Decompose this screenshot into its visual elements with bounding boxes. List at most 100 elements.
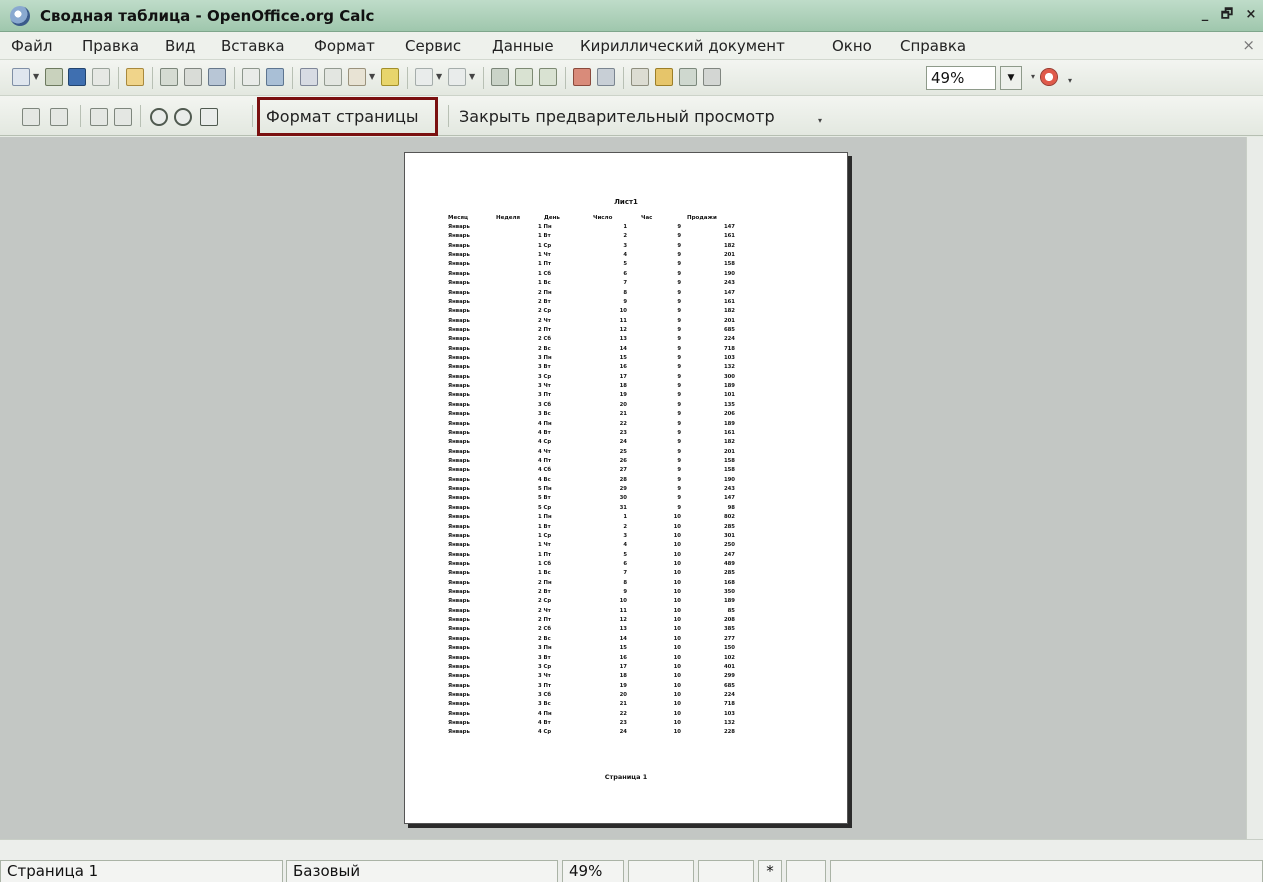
draw-functions-icon[interactable] <box>597 68 615 86</box>
table-row: Январь 3 Вс 21 10 718 <box>405 701 847 707</box>
status-page-style[interactable]: Базовый <box>286 860 558 882</box>
paste-icon[interactable] <box>348 68 366 86</box>
cell-day: 2 Пт <box>538 326 552 333</box>
menu-view[interactable]: Вид <box>165 37 195 55</box>
menu-edit[interactable]: Правка <box>82 37 139 55</box>
open-icon[interactable] <box>45 68 63 86</box>
zoom-in-icon[interactable] <box>150 108 168 126</box>
cell-day: 5 Вт <box>538 495 551 502</box>
cell-day: 4 Ср <box>538 729 552 736</box>
zoom-out-icon[interactable] <box>174 108 192 126</box>
status-selection-mode[interactable] <box>698 860 754 882</box>
menu-cyrillic-document[interactable]: Кириллический документ <box>580 37 785 55</box>
table-row: Январь 2 Чт 11 10 85 <box>405 608 847 614</box>
data-sources-icon[interactable] <box>679 68 697 86</box>
gallery-icon[interactable] <box>655 68 673 86</box>
toolbar-options-icon[interactable]: ▾ <box>1031 72 1039 82</box>
menu-window[interactable]: Окно <box>832 37 872 55</box>
cell-month: Январь <box>448 289 470 296</box>
cell-month: Январь <box>448 720 470 727</box>
help-icon[interactable] <box>1040 68 1058 86</box>
status-zoom[interactable]: 49% <box>562 860 624 882</box>
cell-month: Январь <box>448 514 470 521</box>
toolbar-options-icon[interactable]: ▾ <box>1068 76 1076 86</box>
cell-day: 3 Чт <box>538 383 551 390</box>
undo-dropdown-icon[interactable]: ▼ <box>436 72 444 82</box>
table-row: Январь 5 Вт 30 9 147 <box>405 495 847 501</box>
hyperlink-icon[interactable] <box>491 68 509 86</box>
redo-dropdown-icon[interactable]: ▼ <box>469 72 477 82</box>
print-icon[interactable] <box>184 68 202 86</box>
cell-month: Январь <box>448 429 470 436</box>
page-preview-icon[interactable] <box>208 68 226 86</box>
menu-file[interactable]: Файл <box>11 37 52 55</box>
cell-date: 19 <box>619 392 627 399</box>
menu-insert[interactable]: Вставка <box>221 37 285 55</box>
paste-dropdown-icon[interactable]: ▼ <box>369 72 377 82</box>
last-page-icon[interactable] <box>114 108 132 126</box>
cell-date: 23 <box>619 429 627 436</box>
menu-format[interactable]: Формат <box>314 37 375 55</box>
cell-day: 1 Пн <box>538 514 552 521</box>
spellcheck-icon[interactable] <box>242 68 260 86</box>
new-dropdown-icon[interactable]: ▼ <box>33 72 41 82</box>
status-insert-mode[interactable] <box>628 860 694 882</box>
minimize-button[interactable]: _ <box>1196 6 1214 24</box>
first-page-icon[interactable] <box>90 108 108 126</box>
edit-file-icon[interactable] <box>126 68 144 86</box>
close-preview-button[interactable]: Закрыть предварительный просмотр <box>459 107 775 127</box>
next-page-icon[interactable] <box>50 108 68 126</box>
toolbar-options-icon[interactable]: ▾ <box>818 116 826 126</box>
menu-data[interactable]: Данные <box>492 37 554 55</box>
chart-icon[interactable] <box>573 68 591 86</box>
previous-page-icon[interactable] <box>22 108 40 126</box>
window-title: Сводная таблица - OpenOffice.org Calc <box>40 7 375 25</box>
close-document-icon[interactable]: × <box>1242 36 1255 54</box>
zoom-dropdown-icon[interactable]: ▼ <box>1000 66 1022 90</box>
openoffice-app-icon[interactable] <box>10 6 30 26</box>
zoom-field[interactable]: 49% <box>926 66 996 90</box>
sort-ascending-icon[interactable] <box>515 68 533 86</box>
status-signature[interactable] <box>786 860 826 882</box>
zoom-icon[interactable] <box>703 68 721 86</box>
undo-icon[interactable] <box>415 68 433 86</box>
navigator-icon[interactable] <box>631 68 649 86</box>
save-icon[interactable] <box>68 68 86 86</box>
email-icon[interactable] <box>92 68 110 86</box>
table-row: Январь 3 Пт 19 9 101 <box>405 392 847 398</box>
table-row: Январь 3 Чт 18 10 299 <box>405 673 847 679</box>
cell-hour: 10 <box>673 720 681 727</box>
copy-icon[interactable] <box>324 68 342 86</box>
cell-hour: 9 <box>677 224 681 230</box>
cell-sales: 224 <box>723 692 735 698</box>
cell-day: 3 Пн <box>538 645 552 652</box>
maximize-button[interactable]: 🗗 <box>1218 6 1236 24</box>
cell-month: Январь <box>448 570 470 577</box>
redo-icon[interactable] <box>448 68 466 86</box>
export-pdf-icon[interactable] <box>160 68 178 86</box>
menu-tools[interactable]: Сервис <box>405 37 461 55</box>
cell-month: Январь <box>448 560 470 567</box>
cell-sales: 182 <box>723 308 735 315</box>
cell-hour: 9 <box>677 411 681 418</box>
sort-descending-icon[interactable] <box>539 68 557 86</box>
horizontal-scrollbar[interactable] <box>0 839 1263 857</box>
cell-month: Январь <box>448 373 470 380</box>
cell-month: Январь <box>448 345 470 352</box>
cell-date: 3 <box>623 532 627 539</box>
cell-day: 2 Ср <box>538 598 552 605</box>
cell-month: Январь <box>448 458 470 464</box>
header-day: День <box>544 215 560 221</box>
vertical-scrollbar[interactable] <box>1246 137 1263 839</box>
close-window-button[interactable]: × <box>1242 6 1260 24</box>
cell-sales: 85 <box>727 607 735 614</box>
cell-day: 4 Пн <box>538 710 552 717</box>
format-paintbrush-icon[interactable] <box>381 68 399 86</box>
autospellcheck-icon[interactable] <box>266 68 284 86</box>
table-row: Январь 1 Ср 3 9 182 <box>405 243 847 249</box>
cut-icon[interactable] <box>300 68 318 86</box>
full-screen-icon[interactable] <box>200 108 218 126</box>
cell-hour: 9 <box>677 392 681 399</box>
new-document-icon[interactable] <box>12 68 30 86</box>
menu-help[interactable]: Справка <box>900 37 966 55</box>
